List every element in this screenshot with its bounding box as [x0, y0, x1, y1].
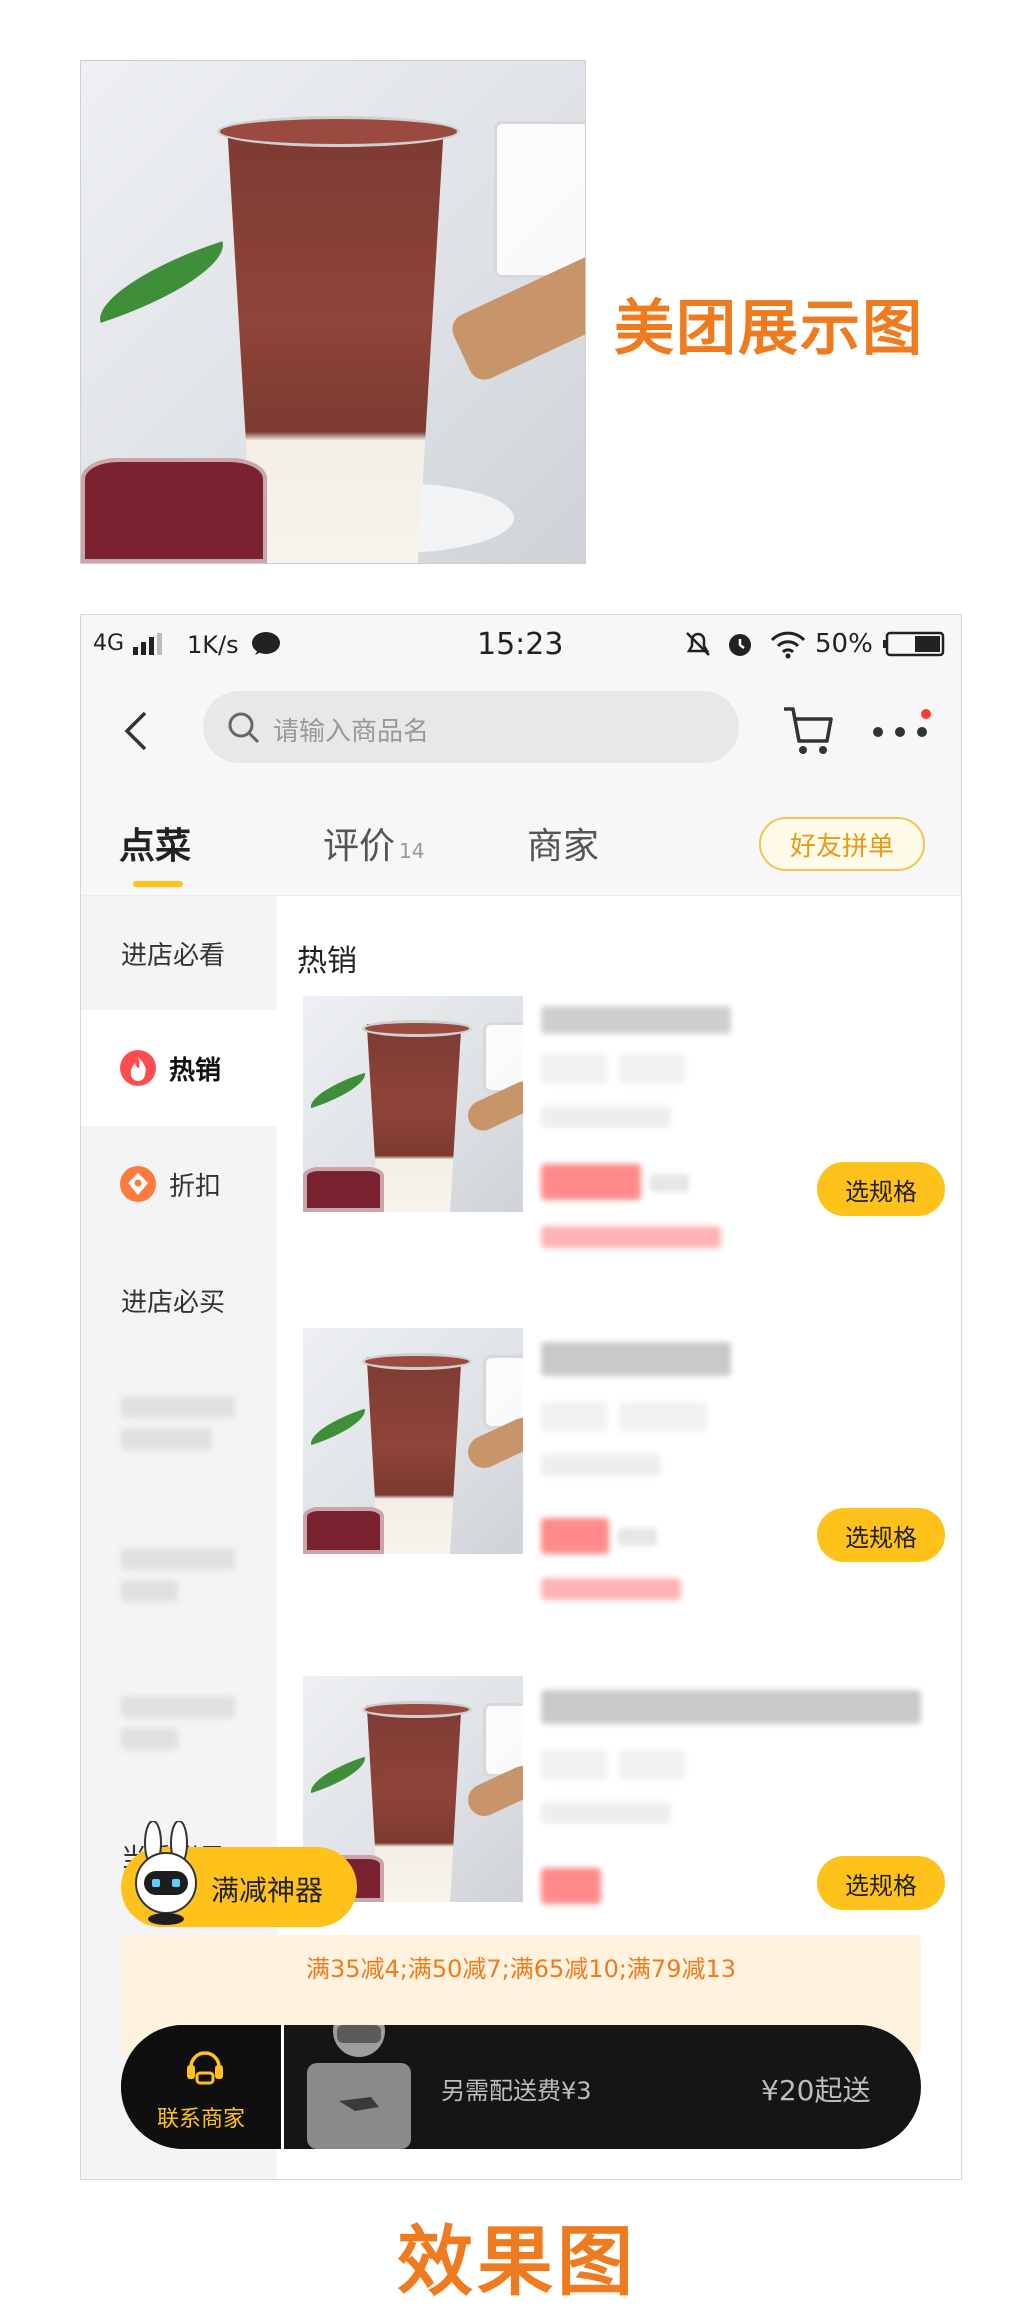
headset-icon	[187, 2051, 223, 2085]
discount-tool-badge[interactable]: 满减神器	[121, 1821, 357, 1927]
sidebar-item-must-see[interactable]: 进店必看	[81, 896, 277, 1010]
delivery-fee: 另需配送费¥3	[441, 2077, 592, 2105]
search-placeholder: 请输入商品名	[273, 717, 430, 747]
group-order-label: 好友拼单	[789, 831, 894, 862]
app-screen: 4G 1K/s 15:23 50% 请输入商品名 点菜 评价 14 商家 好友拼…	[80, 614, 962, 2180]
sidebar-item-label: 折扣	[169, 1171, 222, 1202]
sidebar-item-discount[interactable]: 折扣	[81, 1126, 277, 1242]
contact-merchant-label: 联系商家	[156, 2107, 245, 2132]
nav-bar: 请输入商品名	[81, 675, 961, 785]
select-spec-label: 选规格	[845, 1177, 917, 1206]
search-input[interactable]: 请输入商品名	[203, 691, 739, 763]
tab-merchant-label: 商家	[527, 826, 600, 867]
clock: 15:23	[477, 627, 564, 662]
back-arrow-icon[interactable]	[121, 709, 151, 753]
cart-icon[interactable]	[781, 703, 835, 757]
showcase-photo	[80, 60, 586, 564]
sidebar-item-blurred[interactable]	[121, 1396, 235, 1450]
status-bar: 4G 1K/s 15:23 50%	[81, 615, 961, 675]
battery-percent: 50%	[815, 629, 873, 659]
wifi-icon	[770, 631, 806, 659]
product-card[interactable]: 选规格	[277, 996, 961, 1316]
group-order-button[interactable]: 好友拼单	[759, 817, 925, 871]
discount-tool-label: 满减神器	[211, 1874, 324, 1907]
sidebar-item-blurred[interactable]	[121, 1548, 235, 1602]
product-image	[303, 1328, 523, 1554]
promo-text: 满35减4;满50减7;满65减10;满79减13	[305, 1955, 737, 1983]
tab-order-label: 点菜	[119, 826, 192, 867]
min-order: ¥20起送	[761, 2074, 871, 2107]
notification-dot	[921, 709, 931, 719]
tab-active-indicator	[133, 881, 183, 887]
contact-merchant-button[interactable]: 联系商家	[121, 2025, 284, 2149]
tab-reviews-count: 14	[399, 839, 425, 863]
tab-merchant[interactable]: 商家	[527, 817, 599, 869]
product-card[interactable]: 选规格	[277, 1328, 961, 1648]
tab-bar: 点菜 评价 14 商家 好友拼单	[81, 785, 961, 896]
delivery-rider-icon	[307, 2025, 411, 2149]
sidebar-item-label: 进店必买	[121, 1287, 226, 1318]
select-spec-button[interactable]: 选规格	[817, 1856, 945, 1910]
signal-icon	[133, 633, 162, 655]
result-caption: 效果图	[397, 2217, 637, 2306]
network-label: 4G	[93, 631, 125, 656]
select-spec-button[interactable]: 选规格	[817, 1508, 945, 1562]
sidebar-item-blurred[interactable]	[121, 1696, 235, 1750]
cart-bar: 联系商家 另需配送费¥3 ¥20起送	[121, 2025, 921, 2149]
sidebar-item-must-buy[interactable]: 进店必买	[81, 1242, 277, 1358]
select-spec-button[interactable]: 选规格	[817, 1162, 945, 1216]
chat-bubble-icon	[252, 632, 280, 655]
product-image	[303, 996, 523, 1212]
alarm-icon	[729, 634, 751, 656]
section-title: 热销	[297, 944, 357, 979]
tab-reviews[interactable]: 评价 14	[323, 817, 424, 869]
mute-bell-icon	[686, 632, 710, 656]
discount-icon	[120, 1166, 156, 1202]
net-speed: 1K/s	[187, 631, 239, 659]
fire-icon	[120, 1050, 156, 1086]
battery-icon	[883, 631, 945, 657]
select-spec-label: 选规格	[845, 1871, 917, 1900]
more-icon[interactable]	[871, 709, 931, 749]
showcase-caption: 美团展示图	[614, 294, 924, 364]
search-icon	[228, 712, 260, 744]
sidebar-item-label: 热销	[169, 1055, 222, 1086]
select-spec-label: 选规格	[845, 1523, 917, 1552]
robot-rabbit-icon	[135, 1821, 197, 1925]
sidebar-item-label: 进店必看	[121, 940, 226, 971]
tab-order[interactable]: 点菜	[119, 817, 191, 869]
tab-reviews-label: 评价	[323, 826, 396, 867]
sidebar-item-hot[interactable]: 热销	[81, 1010, 277, 1126]
